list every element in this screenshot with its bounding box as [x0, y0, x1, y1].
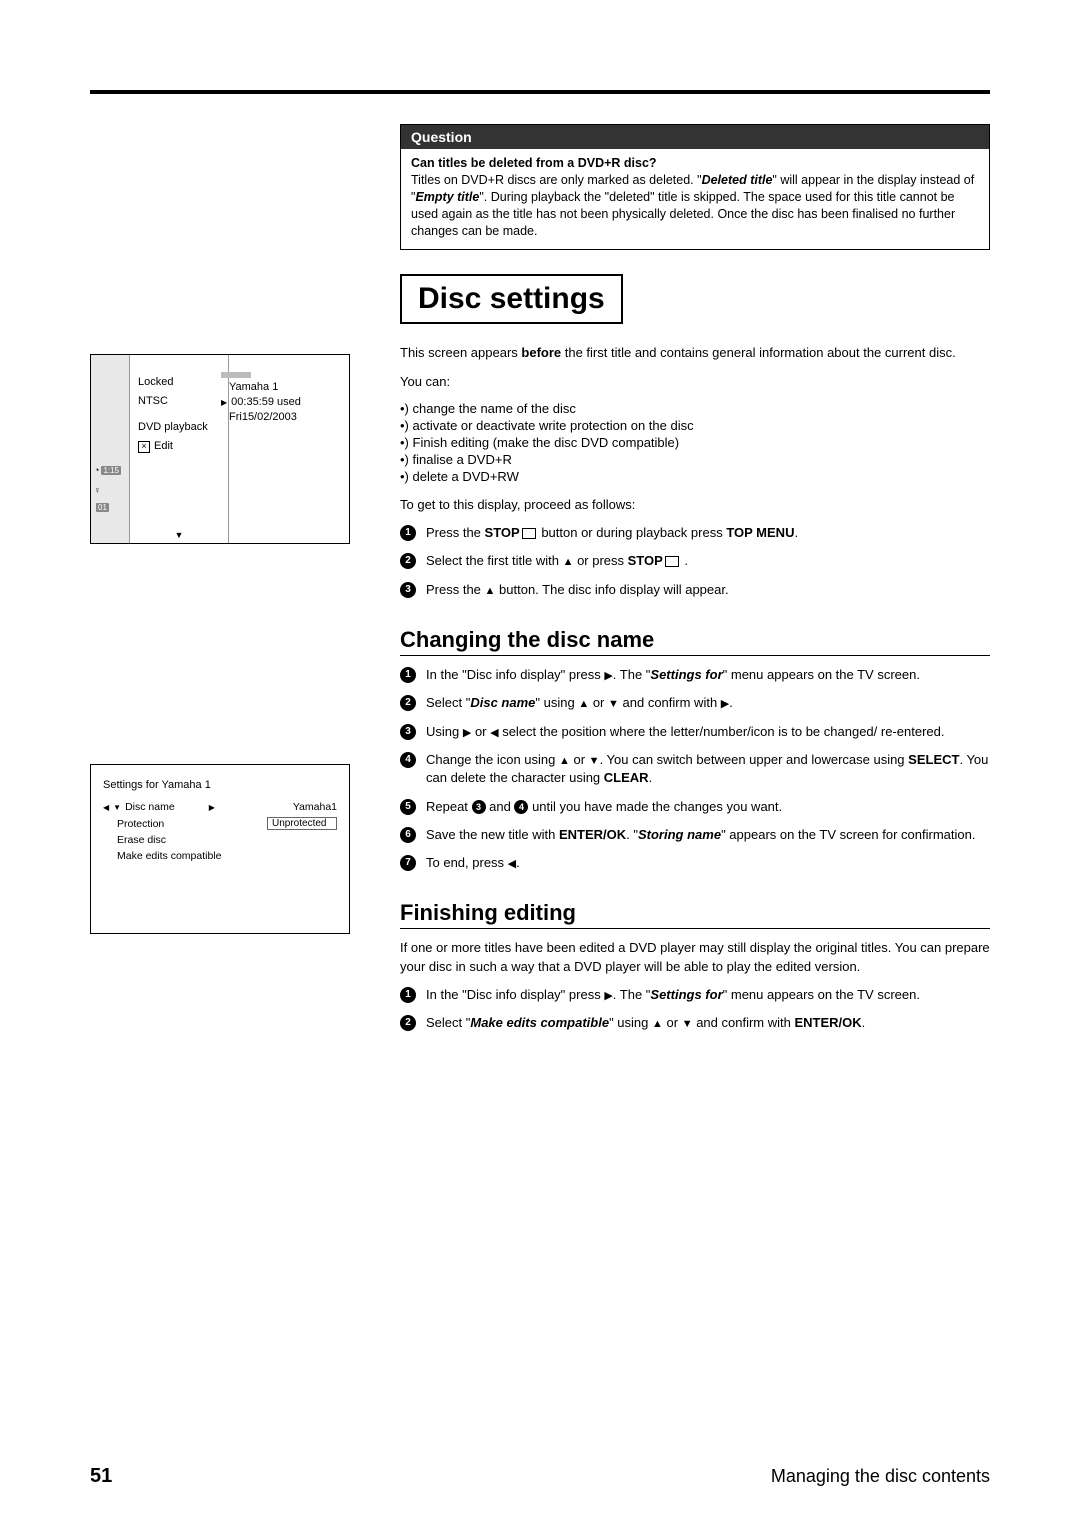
step-number-icon: 6 [400, 827, 416, 843]
step-number-icon: 4 [400, 752, 416, 768]
right-arrow-icon: ▶ [604, 669, 612, 684]
cdn-step-2: 2 Select "Disc name" using ▲ or ▼ and co… [400, 694, 990, 712]
section-finishing-editing: Finishing editing [400, 900, 990, 929]
step-2: 2 Select the first title with ▲ or press… [400, 552, 990, 570]
bullet-item: Finish editing (make the disc DVD compat… [400, 435, 990, 450]
step-number-icon: 3 [400, 582, 416, 598]
step-number-icon: 2 [400, 695, 416, 711]
disc-settings-intro: This screen appears before the first tit… [400, 344, 990, 362]
osd2-make-label: Make edits compatible [117, 850, 221, 862]
section-disc-settings-title: Disc settings [418, 282, 605, 316]
section-changing-disc-name: Changing the disc name [400, 627, 990, 656]
down-arrow-icon: ▼ [608, 697, 619, 712]
down-arrow-icon: ▼ [175, 530, 184, 540]
you-can-label: You can: [400, 373, 990, 391]
bullet-item: change the name of the disc [400, 401, 990, 416]
left-arrow-icon: ◀ [508, 857, 516, 872]
disc-settings-lead2: To get to this display, proceed as follo… [400, 496, 990, 514]
cdn-step-1: 1 In the "Disc info display" press ▶. Th… [400, 666, 990, 684]
inline-step-ref-icon: 4 [514, 800, 528, 814]
up-arrow-icon: ▲ [578, 697, 589, 712]
page-number: 51 [90, 1465, 112, 1488]
question-header: Question [401, 125, 989, 149]
osd1-time: 1:15 [101, 466, 121, 475]
up-arrow-icon: ▲ [485, 584, 496, 599]
top-rule [90, 90, 990, 94]
osd2-erase-label: Erase disc [117, 834, 166, 846]
step-3: 3 Press the ▲ button. The disc info disp… [400, 581, 990, 599]
osd1-disc-name: Yamaha 1 [221, 381, 341, 393]
bullet-item: delete a DVD+RW [400, 469, 990, 484]
question-box: Question Can titles be deleted from a DV… [400, 124, 990, 250]
up-arrow-icon: ▲ [559, 754, 570, 769]
osd1-dvd-playback: DVD playback [138, 421, 220, 433]
fe-step-2: 2 Select "Make edits compatible" using ▲… [400, 1014, 990, 1032]
inline-step-ref-icon: 3 [472, 800, 486, 814]
osd2-protection-val: Unprotected [267, 817, 337, 830]
finishing-intro: If one or more titles have been edited a… [400, 939, 990, 975]
cdn-step-6: 6 Save the new title with ENTER/OK. "Sto… [400, 826, 990, 844]
cdn-step-3: 3 Using ▶ or ◀ select the position where… [400, 723, 990, 741]
osd1-edit: Edit [154, 440, 173, 452]
step-number-icon: 7 [400, 855, 416, 871]
up-arrow-icon: ▲ [652, 1017, 663, 1032]
cdn-step-7: 7 To end, press ◀. [400, 854, 990, 872]
osd2-discname-val: Yamaha1 [293, 801, 337, 813]
page-footer: 51 Managing the disc contents [90, 1465, 990, 1488]
disc-info-osd: ◔1:15 ♀ 01 Locked NTSC DVD playback ×Edi… [90, 354, 350, 544]
bullet-item: activate or deactivate write protection … [400, 418, 990, 433]
osd1-locked: Locked [138, 376, 220, 388]
cdn-step-5: 5 Repeat 3 and 4 until you have made the… [400, 798, 990, 816]
right-arrow-icon: ▶ [721, 697, 729, 712]
right-arrow-icon: ▶ [604, 989, 612, 1004]
osd1-ntsc: NTSC [138, 395, 220, 407]
stop-icon [522, 528, 536, 539]
fe-step-1: 1 In the "Disc info display" press ▶. Th… [400, 986, 990, 1004]
step-number-icon: 2 [400, 1015, 416, 1031]
osd1-index: 01 [96, 503, 109, 512]
step-number-icon: 1 [400, 667, 416, 683]
step-number-icon: 1 [400, 987, 416, 1003]
step-number-icon: 5 [400, 799, 416, 815]
disc-settings-bullets: change the name of the disc activate or … [400, 401, 990, 484]
stop-icon [665, 556, 679, 567]
question-body: Titles on DVD+R discs are only marked as… [411, 172, 979, 240]
step-number-icon: 3 [400, 724, 416, 740]
osd2-title: Settings for Yamaha 1 [103, 779, 337, 791]
osd2-discname-label: Disc name [125, 801, 175, 813]
bullet-item: finalise a DVD+R [400, 452, 990, 467]
osd1-used: 00:35:59 used [231, 396, 301, 408]
left-arrow-icon: ◀ [490, 726, 498, 741]
step-number-icon: 1 [400, 525, 416, 541]
chapter-title: Managing the disc contents [771, 1466, 990, 1487]
section-disc-settings-title-box: Disc settings [400, 274, 623, 324]
osd1-date: Fri15/02/2003 [221, 411, 341, 423]
up-arrow-icon: ▲ [563, 555, 574, 570]
step-1: 1 Press the STOP button or during playba… [400, 524, 990, 542]
step-number-icon: 2 [400, 553, 416, 569]
down-arrow-icon: ▼ [682, 1017, 693, 1032]
settings-osd: Settings for Yamaha 1 ◀▼Disc name▶ Yamah… [90, 764, 350, 934]
osd2-protection-label: Protection [117, 818, 164, 830]
down-arrow-icon: ▼ [589, 754, 600, 769]
question-title: Can titles be deleted from a DVD+R disc? [411, 155, 979, 172]
cdn-step-4: 4 Change the icon using ▲ or ▼. You can … [400, 751, 990, 788]
